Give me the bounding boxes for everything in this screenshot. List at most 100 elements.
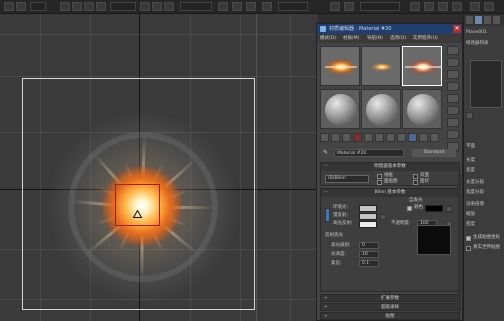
diffuse-map-button[interactable] <box>380 214 386 220</box>
select-by-material-button[interactable] <box>447 130 459 139</box>
perspective-viewport[interactable] <box>0 14 318 321</box>
menu-utilities[interactable]: 实用程序(U) <box>413 34 438 43</box>
selection-gizmo[interactable] <box>115 184 160 226</box>
rollout-header[interactable]: − 明暗器基本参数 <box>321 163 459 171</box>
glossiness-spinner[interactable]: 10 <box>359 251 379 258</box>
toolbar-button[interactable] <box>60 2 70 11</box>
sample-type-button[interactable] <box>447 46 459 55</box>
faceted-checkbox[interactable] <box>413 180 418 185</box>
eyedropper-icon[interactable]: ✎ <box>323 149 331 157</box>
param-label: 真实世界贴图 <box>473 245 500 250</box>
ambient-color-swatch[interactable] <box>359 205 377 212</box>
menu-mode[interactable]: 模式(D) <box>320 34 336 43</box>
sample-slot-sphere[interactable] <box>320 89 360 129</box>
toolbar-button[interactable] <box>344 2 354 11</box>
reset-material-button[interactable] <box>353 133 362 142</box>
self-illum-map-button[interactable] <box>446 206 452 212</box>
toolbar-button[interactable] <box>96 2 106 11</box>
preview-button[interactable] <box>447 106 459 115</box>
material-type-button[interactable]: Standard <box>412 149 456 157</box>
assign-to-selection-button[interactable] <box>342 133 351 142</box>
toolbar-button[interactable] <box>140 2 150 11</box>
face-map-label: 面贴图 <box>384 179 398 184</box>
material-editor-title-bar[interactable]: 材质编辑器 - Material #20 ✕ <box>317 24 462 34</box>
object-name[interactable]: Plane001 <box>466 30 487 36</box>
toolbar-button[interactable] <box>4 2 14 11</box>
background-button[interactable] <box>447 70 459 79</box>
make-unique-button[interactable] <box>375 133 384 142</box>
toolbar-button[interactable] <box>246 2 256 11</box>
extended-params-rollout[interactable]: + 扩展参数 <box>320 294 460 302</box>
toolbar-button[interactable] <box>164 2 174 11</box>
backlight-button[interactable] <box>447 58 459 67</box>
close-button[interactable]: ✕ <box>453 25 461 33</box>
toolbar-button[interactable] <box>232 2 242 11</box>
video-check-button[interactable] <box>447 94 459 103</box>
toolbar-button[interactable] <box>410 2 420 11</box>
gen-mapping-checkbox[interactable] <box>466 236 471 241</box>
rollout-title: 超级采样 <box>381 305 399 310</box>
flare-preview <box>321 47 359 85</box>
rollout-header[interactable]: − Blinn 基本参数 <box>321 189 459 197</box>
face-map-checkbox[interactable] <box>377 180 382 185</box>
menu-options[interactable]: 选项(O) <box>390 34 406 43</box>
specular-level-spinner[interactable]: 0 <box>359 242 379 249</box>
make-copy-button[interactable] <box>364 133 373 142</box>
specular-color-swatch[interactable] <box>359 221 377 228</box>
toolbar-dropdown[interactable] <box>30 2 46 11</box>
uv-tiling-button[interactable] <box>447 82 459 91</box>
toolbar-button[interactable] <box>484 2 494 11</box>
sample-slot-flare-2[interactable] <box>361 46 401 86</box>
menu-navigation[interactable]: 导航(N) <box>367 34 383 43</box>
soften-spinner[interactable]: 0.1 <box>359 260 379 267</box>
sample-slot-flare-active[interactable] <box>402 46 442 86</box>
motion-tab[interactable] <box>493 16 500 24</box>
sample-slot-flare-1[interactable] <box>320 46 360 86</box>
toolbar-button[interactable] <box>262 2 272 11</box>
real-world-map-checkbox[interactable] <box>466 246 471 251</box>
pin-stack-button[interactable] <box>466 112 473 119</box>
toolbar-button[interactable] <box>438 2 448 11</box>
toolbar-dropdown[interactable] <box>278 2 308 11</box>
options-button[interactable] <box>447 118 459 127</box>
modify-tab[interactable] <box>475 16 482 24</box>
sample-slot-sphere[interactable] <box>402 89 442 129</box>
put-to-library-button[interactable] <box>386 133 395 142</box>
modifier-list-label[interactable]: 修改器列表 <box>466 41 489 47</box>
toolbar-button[interactable] <box>72 2 82 11</box>
toolbar-button[interactable] <box>452 2 462 11</box>
modifier-stack[interactable] <box>470 60 502 108</box>
diffuse-color-swatch[interactable] <box>359 213 377 220</box>
show-end-result-button[interactable] <box>419 133 428 142</box>
toolbar-button[interactable] <box>16 2 26 11</box>
toolbar-button[interactable] <box>424 2 434 11</box>
go-to-parent-button[interactable] <box>430 133 439 142</box>
material-editor-scrollbar[interactable] <box>458 174 461 314</box>
get-material-button[interactable] <box>320 133 329 142</box>
two-sided-checkbox[interactable] <box>413 174 418 179</box>
material-name-field[interactable]: Material #20 <box>334 149 404 157</box>
create-tab[interactable] <box>466 16 473 24</box>
put-to-scene-button[interactable] <box>331 133 340 142</box>
wire-checkbox[interactable] <box>377 174 382 179</box>
toolbar-button[interactable] <box>470 2 480 11</box>
self-illum-color-checkbox[interactable] <box>407 206 412 211</box>
hierarchy-tab[interactable] <box>484 16 491 24</box>
maps-rollout[interactable]: + 贴图 <box>320 312 460 320</box>
self-illum-color-swatch[interactable] <box>425 205 443 212</box>
toolbar-dropdown[interactable] <box>180 2 212 11</box>
lock-ambient-diffuse-icon[interactable] <box>325 208 330 222</box>
menu-material[interactable]: 材质(M) <box>343 34 359 43</box>
rollout-title: 明暗器基本参数 <box>374 164 406 169</box>
toolbar-button[interactable] <box>152 2 162 11</box>
toolbar-dropdown[interactable] <box>110 2 136 11</box>
shader-type-select[interactable]: (B)Blinn <box>325 175 369 183</box>
sample-slot-sphere[interactable] <box>361 89 401 129</box>
toolbar-button[interactable] <box>218 2 228 11</box>
toolbar-button[interactable] <box>330 2 340 11</box>
material-id-button[interactable] <box>397 133 406 142</box>
toolbar-button[interactable] <box>84 2 94 11</box>
toolbar-dropdown[interactable] <box>360 2 400 11</box>
supersampling-rollout[interactable]: + 超级采样 <box>320 303 460 311</box>
show-map-button[interactable] <box>408 133 417 142</box>
